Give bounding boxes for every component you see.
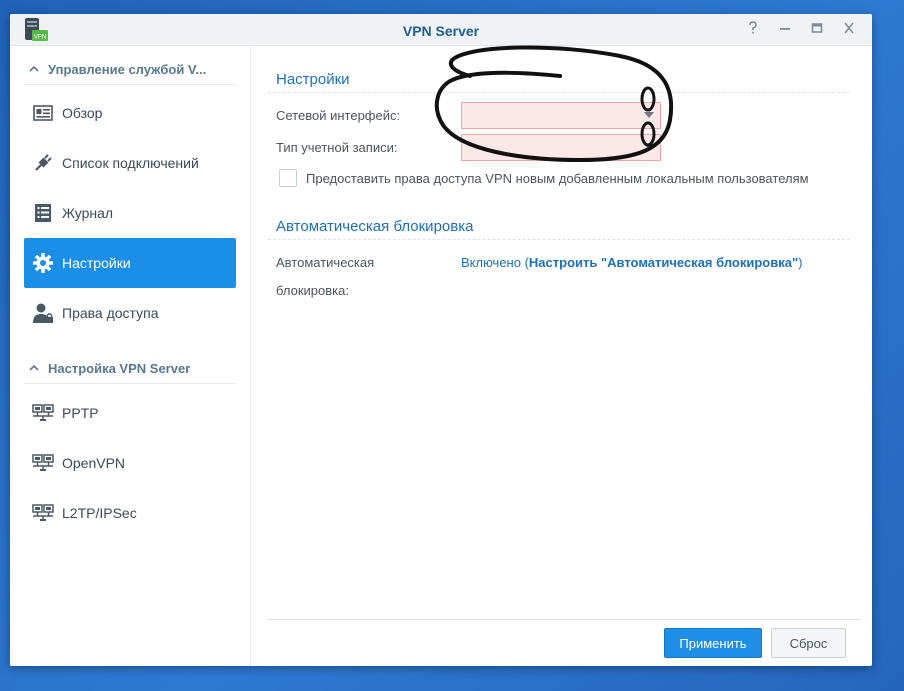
sidebar-item-settings[interactable]: Настройки [24, 238, 236, 288]
minimize-icon [780, 28, 790, 30]
settings-panel: Настройки Сетевой интерфейс: Тип учетной… [268, 47, 862, 666]
sidebar-group-label: Настройка VPN Server [48, 361, 191, 376]
sidebar-group-service[interactable]: Управление службой V... [24, 55, 236, 85]
sidebar-item-l2tp[interactable]: L2TP/IPSec [24, 488, 236, 538]
sidebar: Управление службой V... Обзор Список под… [10, 47, 251, 666]
help-icon [749, 21, 757, 34]
grant-access-checkbox[interactable] [279, 169, 297, 187]
close-icon [844, 22, 854, 34]
vpn-server-window: VPN VPN Server Управление службой V... О… [10, 14, 872, 666]
close-button[interactable] [840, 21, 858, 39]
sidebar-item-label: Права доступа [62, 305, 159, 321]
autoblock-section-title: Автоматическая блокировка [276, 218, 474, 235]
maximize-button[interactable] [808, 21, 826, 39]
sidebar-item-label: Обзор [62, 105, 103, 121]
apply-button[interactable]: Применить [664, 628, 762, 658]
footer-divider [268, 619, 860, 620]
sidebar-item-access[interactable]: Права доступа [24, 288, 236, 338]
autoblock-status-close: ) [798, 255, 803, 270]
minimize-button[interactable] [776, 21, 794, 39]
autoblock-configure-link[interactable]: Настроить "Автоматическая блокировка" [529, 255, 798, 270]
user-lock-icon [32, 302, 54, 324]
sidebar-item-label: Список подключений [62, 155, 199, 171]
grant-access-label: Предоставить права доступа VPN новым доб… [306, 171, 809, 186]
account-type-label: Тип учетной записи: [276, 140, 398, 155]
account-type-select[interactable] [461, 134, 661, 161]
sidebar-item-pptp[interactable]: PPTP [24, 388, 236, 438]
window-title: VPN Server [402, 23, 480, 39]
section-divider [268, 92, 850, 93]
chevron-up-icon [24, 64, 44, 76]
log-icon [32, 202, 54, 224]
autoblock-label-line1: Автоматическая [276, 255, 375, 270]
network-icon [32, 502, 54, 524]
network-interface-label: Сетевой интерфейс: [276, 108, 401, 123]
network-interface-select[interactable] [461, 102, 661, 129]
autoblock-label-line2: блокировка: [276, 283, 349, 298]
sidebar-item-log[interactable]: Журнал [24, 188, 236, 238]
settings-section-title: Настройки [276, 71, 350, 88]
sidebar-item-overview[interactable]: Обзор [24, 88, 236, 138]
sidebar-item-label: PPTP [62, 405, 99, 421]
overview-icon [32, 102, 54, 124]
sidebar-group-label: Управление службой V... [48, 62, 207, 77]
help-button[interactable] [744, 21, 762, 39]
chevron-down-icon [644, 112, 654, 118]
sidebar-item-openvpn[interactable]: OpenVPN [24, 438, 236, 488]
network-icon [32, 452, 54, 474]
section-divider [268, 239, 850, 240]
reset-button[interactable]: Сброс [771, 628, 846, 658]
sidebar-item-label: Настройки [62, 255, 131, 271]
gear-icon [32, 252, 54, 274]
autoblock-status-text: Включено ( [461, 255, 529, 270]
sidebar-item-label: Журнал [62, 205, 114, 221]
sidebar-group-vpn-config[interactable]: Настройка VPN Server [24, 354, 236, 384]
sidebar-item-label: OpenVPN [62, 455, 126, 471]
autoblock-status: Включено (Настроить "Автоматическая блок… [461, 255, 802, 270]
chevron-down-icon [644, 144, 654, 150]
title-bar[interactable]: VPN VPN Server [10, 14, 872, 46]
chevron-up-icon [24, 363, 44, 375]
sidebar-item-label: L2TP/IPSec [62, 505, 137, 521]
network-icon [32, 402, 54, 424]
maximize-icon [811, 23, 823, 33]
plug-icon [32, 152, 54, 174]
sidebar-item-connections[interactable]: Список подключений [24, 138, 236, 188]
